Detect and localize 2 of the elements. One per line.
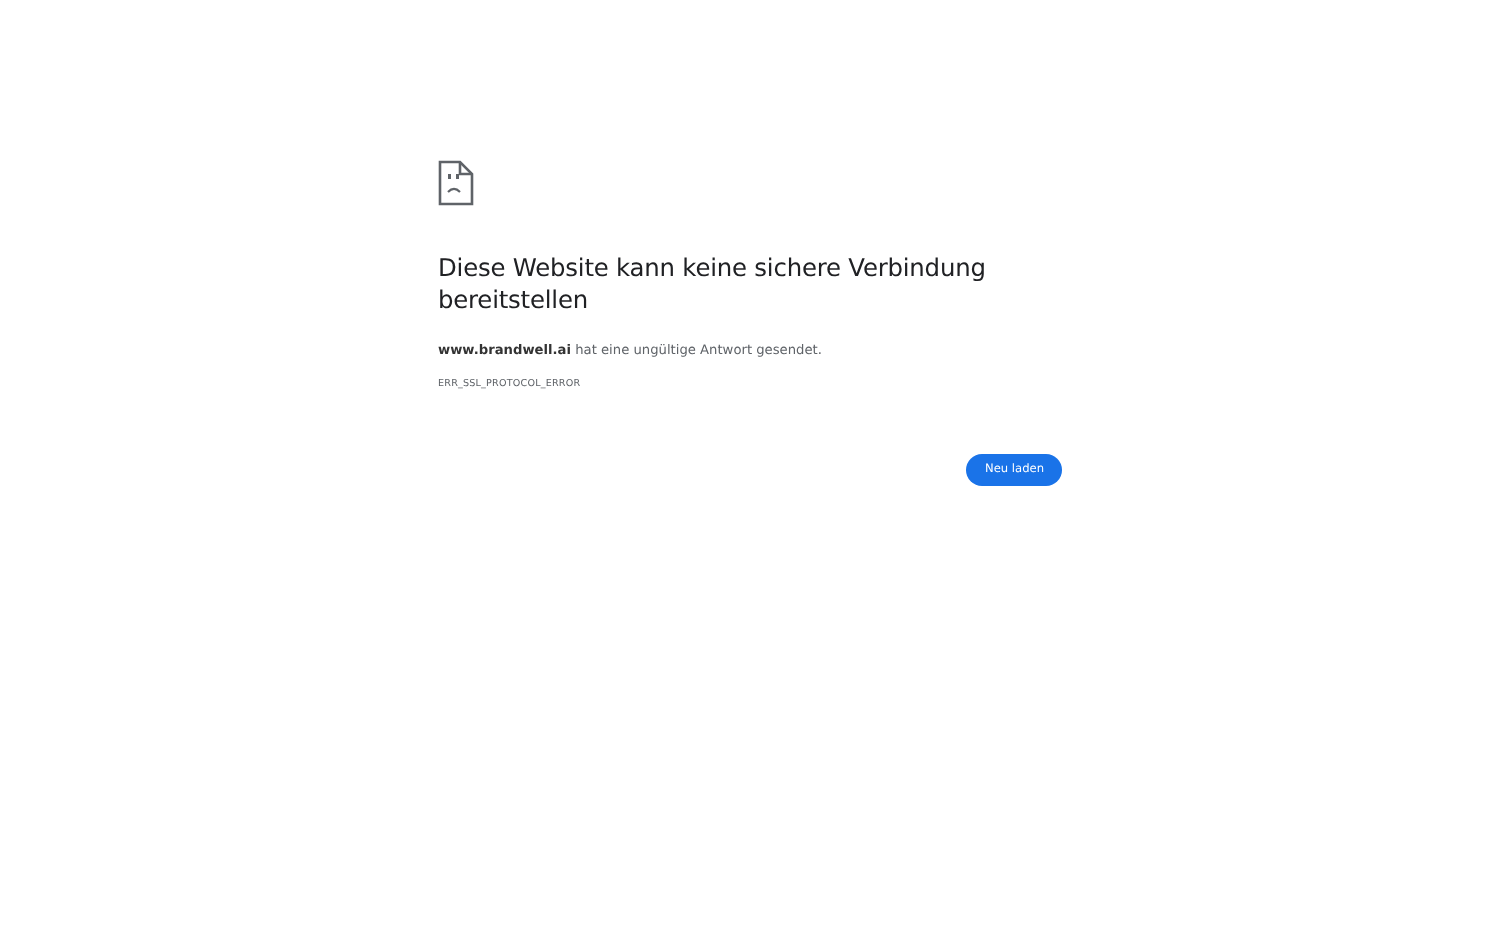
error-heading: Diese Website kann keine sichere Verbindung bereitstellen xyxy=(438,252,988,316)
sad-page-icon xyxy=(438,160,474,206)
